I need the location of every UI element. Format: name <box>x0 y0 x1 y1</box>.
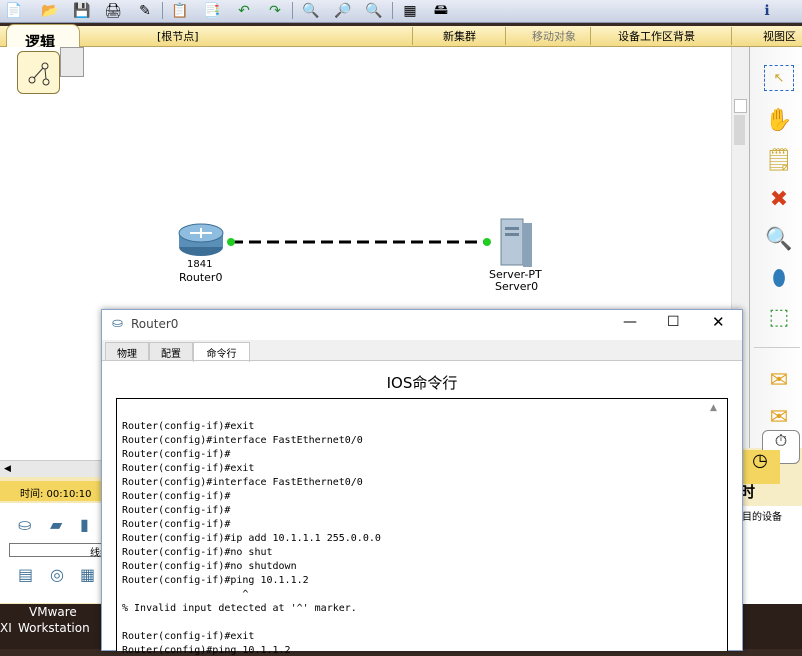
cli-line: Router(config-if)#no shutdown <box>122 561 297 572</box>
navigation-icon[interactable] <box>17 51 60 94</box>
routers-category-icon[interactable]: ⛀ <box>18 515 31 534</box>
set-background-button[interactable]: 设备工作区背景 <box>618 28 695 44</box>
server-icon <box>500 218 532 267</box>
delete-icon[interactable]: ✖ <box>764 184 794 214</box>
cli-line: Router(config-if)#no shut <box>122 547 273 558</box>
scroll-up-icon[interactable]: ▲ <box>710 403 717 413</box>
time-bar: 时间: 00:10:10 <box>0 481 110 501</box>
viewport-button[interactable]: 视图区 <box>763 28 796 44</box>
palette-icon[interactable]: ▦ <box>400 1 420 20</box>
print-icon[interactable]: 🖨 <box>103 1 123 20</box>
end-devices-category-icon[interactable]: ▤ <box>18 565 33 584</box>
zoom-reset-icon[interactable]: 🔎 <box>333 1 353 20</box>
add-complex-pdu-icon[interactable]: ✉ <box>764 402 794 432</box>
realtime-mode-icon[interactable]: ◷ <box>740 450 780 484</box>
taskbar-left-label: XI <box>0 621 12 635</box>
cli-line: Router(config-if)#exit <box>122 631 255 642</box>
activity-wizard-icon[interactable]: ✎ <box>135 1 155 20</box>
zoom-in-icon[interactable]: 🔍 <box>301 1 321 20</box>
cli-line: Router(config-if)#exit <box>122 421 255 432</box>
tab-physical[interactable]: 物理 <box>105 342 149 361</box>
cli-line: ^ <box>122 589 249 600</box>
wan-emulation-category-icon[interactable]: ▦ <box>80 565 95 584</box>
main-toolbar: 📄 📂 💾 🖨 ✎ 📋 📑 ↶ ↷ 🔍 🔎 🔍 ▦ 🖴 ℹ <box>0 0 802 23</box>
root-node-label[interactable]: [根节点] <box>157 28 199 44</box>
open-icon[interactable]: 📂 <box>40 1 60 20</box>
cli-line: Router(config-if)# <box>122 519 231 530</box>
cli-terminal[interactable]: Router(config-if)#exit Router(config)#int… <box>116 398 728 656</box>
taskbar-app-name[interactable]: VMware <box>29 605 77 619</box>
resize-shape-icon[interactable]: ⬚ <box>764 302 794 332</box>
cli-line: Router(config)#interface FastEthernet0/0 <box>122 435 363 446</box>
zoom-out-icon[interactable]: 🔍 <box>364 1 384 20</box>
vertical-scroll-thumb[interactable] <box>734 99 747 113</box>
cli-line: Router(config-if)#ping 10.1.1.2 <box>122 575 309 586</box>
hubs-category-icon[interactable]: ▮ <box>80 515 89 534</box>
paste-icon[interactable]: 📑 <box>202 1 222 20</box>
cli-line: Router(config)#interface FastEthernet0/0 <box>122 477 363 488</box>
device-type-selection: ⛀ ▰ ▮ 线缆 ▤ ◎ ▦ <box>0 503 111 603</box>
router-name-label[interactable]: Router0 <box>179 271 222 284</box>
cli-line: % Invalid input detected at '^' marker. <box>122 603 357 614</box>
taskbar-app-name-2[interactable]: Workstation <box>18 621 90 635</box>
window-titlebar[interactable]: ⛀ Router0 — ☐ ✕ <box>102 310 742 339</box>
info-icon[interactable]: ℹ <box>757 1 777 20</box>
minimize-icon[interactable]: — <box>623 314 637 330</box>
tab-config[interactable]: 配置 <box>149 342 193 361</box>
move-object-button[interactable]: 移动对象 <box>532 28 576 44</box>
app-icon: ⛀ <box>112 316 123 331</box>
move-layout-icon[interactable]: ✋ <box>764 105 794 135</box>
redo-icon[interactable]: ↷ <box>265 1 285 20</box>
cli-heading: IOS命令行 <box>386 374 458 392</box>
link-status-dot-router <box>227 238 235 246</box>
logical-workspace-bar: [根节点] 新集群 移动对象 设备工作区背景 视图区 <box>0 26 802 47</box>
router-icon <box>178 223 224 256</box>
scroll-left-icon[interactable]: ◀ <box>4 464 11 474</box>
undo-icon[interactable]: ↶ <box>234 1 254 20</box>
common-tools-bar: ↖ ✋ 🗒 ✖ 🔍 ⬮ ⬚ ✉ ✉ <box>749 47 802 465</box>
close-icon[interactable]: ✕ <box>712 313 725 331</box>
add-simple-pdu-icon[interactable]: ✉ <box>764 365 794 395</box>
new-icon[interactable]: 📄 <box>4 1 24 20</box>
window-thumbnail <box>60 47 84 77</box>
router-config-window: ⛀ Router0 — ☐ ✕ 物理 配置 命令行 IOS命令行 Router(… <box>101 309 743 656</box>
switches-category-icon[interactable]: ▰ <box>50 515 62 534</box>
tab-bar: 物理 配置 命令行 <box>102 340 742 362</box>
save-icon[interactable]: 💾 <box>72 1 92 20</box>
realtime-panel: ⏱ ◷ 时 目的设备 <box>740 430 802 605</box>
cli-line: Router(config-if)#ip add 10.1.1.1 255.0.… <box>122 533 381 544</box>
category-caption: 线缆 <box>9 543 111 559</box>
maximize-icon[interactable]: ☐ <box>667 314 680 330</box>
select-tool-icon[interactable]: ↖ <box>764 65 794 91</box>
inspect-icon[interactable]: 🔍 <box>764 224 794 254</box>
link-status-dot-server <box>483 238 491 246</box>
cli-line: Router(config-if)#exit <box>122 463 255 474</box>
cli-line: Router(config-if)# <box>122 449 231 460</box>
copy-icon[interactable]: 📋 <box>170 1 190 20</box>
wireless-category-icon[interactable]: ◎ <box>50 565 64 584</box>
new-cluster-button[interactable]: 新集群 <box>443 28 476 44</box>
cli-line: Router(config)#ping 10.1.1.2 <box>122 645 291 656</box>
router-model-label: 1841 <box>187 259 213 270</box>
time-label: 时间: 00:10:10 <box>20 489 92 500</box>
server-name-label[interactable]: Server0 <box>495 280 538 293</box>
target-device-header: 目的设备 <box>742 512 782 523</box>
place-note-icon[interactable]: 🗒 <box>764 145 794 175</box>
custom-device-icon[interactable]: 🖴 <box>431 1 451 20</box>
cli-line: Router(config-if)# <box>122 505 231 516</box>
window-title: Router0 <box>131 317 179 331</box>
tab-cli[interactable]: 命令行 <box>193 342 250 362</box>
cli-line: Router(config-if)# <box>122 491 231 502</box>
draw-shape-icon[interactable]: ⬮ <box>764 263 794 293</box>
